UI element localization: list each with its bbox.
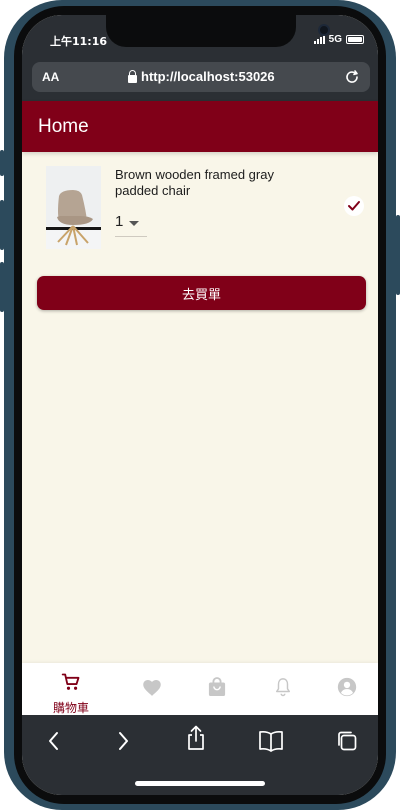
dropdown-arrow-icon	[129, 221, 139, 226]
volume-up-button	[0, 200, 4, 250]
nav-label-cart: 購物車	[52, 701, 89, 715]
nav-item-notifications[interactable]	[248, 663, 318, 715]
product-image	[46, 166, 101, 249]
nav-item-favorites[interactable]	[117, 663, 187, 715]
quantity-value: 1	[115, 213, 124, 230]
checkout-button[interactable]: 去買單	[37, 276, 366, 310]
lock-icon	[128, 69, 137, 83]
status-time: 上午11:16	[50, 35, 108, 48]
shopping-bag-icon	[208, 677, 226, 702]
heart-icon	[142, 678, 162, 702]
app-bar: Home	[22, 101, 378, 152]
reload-icon[interactable]	[342, 67, 362, 92]
nav-item-orders[interactable]	[182, 663, 252, 715]
cart-icon	[61, 672, 81, 697]
screen: 上午11:16 5G AA http://localhost:53026 Hom…	[22, 15, 378, 795]
nav-item-account[interactable]	[312, 663, 378, 715]
share-icon[interactable]	[184, 725, 208, 756]
url-display[interactable]: http://localhost:53026	[128, 69, 275, 84]
bell-icon	[274, 677, 292, 702]
browser-address-bar: AA http://localhost:53026	[22, 55, 378, 101]
power-button	[396, 215, 400, 295]
quantity-select[interactable]: 1	[115, 212, 147, 237]
select-checkbox[interactable]	[344, 196, 364, 216]
url-text: http://localhost:53026	[141, 69, 275, 84]
account-icon	[337, 677, 357, 702]
cart-item: Brown wooden framed gray padded chair 1	[22, 152, 378, 262]
check-icon	[348, 201, 360, 211]
mute-switch	[0, 150, 4, 176]
bookmarks-icon[interactable]	[258, 729, 284, 758]
back-icon[interactable]	[44, 729, 64, 758]
forward-icon[interactable]	[113, 729, 133, 758]
tabs-icon[interactable]	[335, 729, 359, 758]
notch	[106, 15, 330, 47]
nav-item-cart[interactable]: 購物車	[36, 663, 106, 715]
text-size-button[interactable]: AA	[42, 70, 59, 84]
url-field[interactable]: AA http://localhost:53026	[32, 62, 370, 92]
battery-icon	[346, 35, 364, 44]
page-title: Home	[38, 116, 89, 137]
product-name: Brown wooden framed gray padded chair	[115, 167, 274, 198]
signal-icon	[313, 35, 325, 44]
home-indicator	[135, 781, 265, 786]
network-label: 5G	[328, 34, 342, 45]
volume-down-button	[0, 262, 4, 312]
bottom-navigation: 購物車	[22, 663, 378, 715]
camera-icon	[318, 24, 330, 36]
